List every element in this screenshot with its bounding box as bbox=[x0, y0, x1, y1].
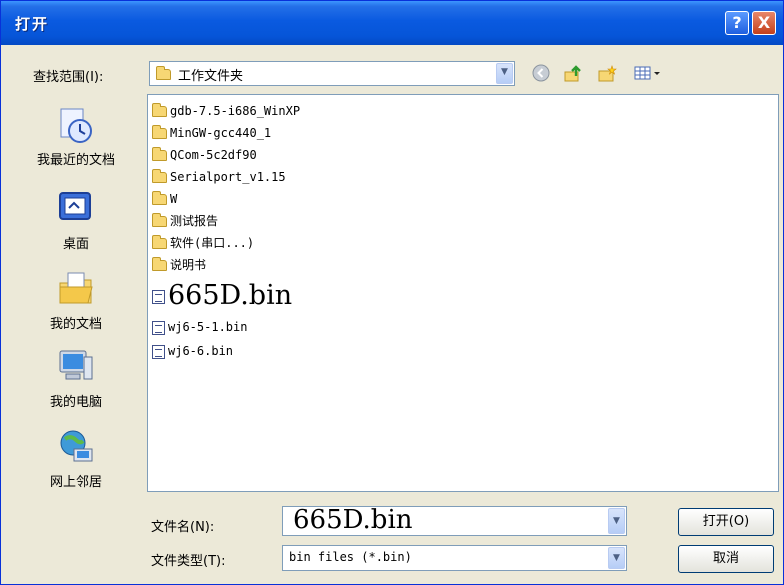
dialog-title: 打开 bbox=[15, 15, 50, 33]
chevron-down-icon[interactable]: ▼ bbox=[496, 63, 513, 84]
filetype-label: 文件类型(T): bbox=[151, 554, 226, 569]
folder-icon bbox=[152, 257, 167, 271]
cancel-button[interactable]: 取消 bbox=[678, 545, 774, 573]
file-name: W bbox=[170, 192, 178, 206]
open-button[interactable]: 打开(O) bbox=[678, 508, 774, 536]
folder-icon bbox=[152, 191, 167, 205]
place-desktop[interactable]: 桌面 bbox=[17, 189, 135, 252]
place-recent-documents[interactable]: 我最近的文档 bbox=[17, 105, 135, 168]
filename-input[interactable]: 665D.bin ▼ bbox=[282, 505, 627, 536]
place-label: 桌面 bbox=[62, 237, 89, 252]
my-documents-icon bbox=[56, 269, 96, 309]
my-computer-icon bbox=[56, 347, 96, 387]
place-my-computer[interactable]: 我的电脑 bbox=[17, 347, 135, 410]
file-list[interactable]: gdb-7.5-i686_WinXP MinGW-gcc440_1 QCom-5… bbox=[147, 94, 779, 492]
lookin-label: 查找范围(I): bbox=[33, 70, 104, 85]
list-item[interactable]: 说明书 bbox=[152, 255, 206, 275]
list-item[interactable]: QCom-5c2df90 bbox=[152, 145, 257, 165]
bin-file-icon bbox=[152, 344, 165, 359]
help-button[interactable]: ? bbox=[725, 11, 749, 35]
folder-icon bbox=[152, 147, 167, 161]
file-name: 说明书 bbox=[170, 258, 207, 272]
place-label: 我的电脑 bbox=[49, 395, 102, 410]
list-item[interactable]: wj6-5-1.bin bbox=[152, 317, 247, 337]
place-label: 我的文档 bbox=[49, 317, 102, 332]
views-menu-icon[interactable] bbox=[631, 64, 665, 84]
place-label: 我最近的文档 bbox=[36, 153, 115, 168]
file-name: 665D.bin bbox=[168, 280, 293, 311]
place-label: 网上邻居 bbox=[49, 475, 102, 490]
chevron-down-icon[interactable]: ▼ bbox=[608, 547, 625, 569]
bin-file-icon bbox=[152, 289, 165, 304]
open-file-dialog: 打开 ? X 查找范围(I): 工作文件夹 ▼ 我最近的文档 桌面 我的文档 我… bbox=[0, 0, 784, 585]
list-item[interactable]: wj6-6.bin bbox=[152, 341, 233, 361]
list-item[interactable]: W bbox=[152, 189, 177, 209]
filename-value: 665D.bin bbox=[293, 505, 413, 535]
desktop-icon bbox=[56, 189, 96, 229]
file-name: Serialport_v1.15 bbox=[170, 170, 286, 184]
file-name: MinGW-gcc440_1 bbox=[170, 126, 272, 140]
file-name: wj6-5-1.bin bbox=[168, 320, 248, 334]
list-item[interactable]: Serialport_v1.15 bbox=[152, 167, 286, 187]
place-my-documents[interactable]: 我的文档 bbox=[17, 269, 135, 332]
close-button[interactable]: X bbox=[752, 11, 776, 35]
list-item[interactable]: 测试报告 bbox=[152, 211, 218, 231]
places-bar: 我最近的文档 桌面 我的文档 我的电脑 网上邻居 bbox=[17, 97, 135, 511]
lookin-value: 工作文件夹 bbox=[178, 69, 244, 84]
folder-icon bbox=[156, 66, 171, 80]
folder-icon bbox=[152, 103, 167, 117]
folder-icon bbox=[152, 125, 167, 139]
place-network[interactable]: 网上邻居 bbox=[17, 427, 135, 490]
up-folder-icon[interactable] bbox=[563, 64, 583, 84]
title-bar[interactable]: 打开 ? X bbox=[1, 1, 783, 45]
new-folder-icon[interactable] bbox=[597, 64, 617, 84]
list-item[interactable]: gdb-7.5-i686_WinXP bbox=[152, 101, 300, 121]
bin-file-icon bbox=[152, 320, 165, 335]
back-icon[interactable] bbox=[531, 64, 551, 84]
lookin-dropdown[interactable]: 工作文件夹 ▼ bbox=[149, 61, 515, 86]
file-name: QCom-5c2df90 bbox=[170, 148, 257, 162]
chevron-down-icon[interactable]: ▼ bbox=[608, 508, 625, 534]
list-item[interactable]: 软件(串口...) bbox=[152, 233, 254, 253]
folder-icon bbox=[152, 169, 167, 183]
file-name: 软件(串口...) bbox=[170, 236, 255, 250]
file-name: 测试报告 bbox=[170, 214, 219, 228]
filetype-value: bin files (*.bin) bbox=[289, 550, 412, 564]
filename-label: 文件名(N): bbox=[151, 520, 215, 535]
filetype-dropdown[interactable]: bin files (*.bin) ▼ bbox=[282, 545, 627, 571]
network-places-icon bbox=[56, 427, 96, 467]
list-item[interactable]: MinGW-gcc440_1 bbox=[152, 123, 271, 143]
folder-icon bbox=[152, 213, 167, 227]
folder-icon bbox=[152, 235, 167, 249]
recent-documents-icon bbox=[56, 105, 96, 145]
file-name: wj6-6.bin bbox=[168, 344, 234, 358]
file-name: gdb-7.5-i686_WinXP bbox=[170, 104, 301, 118]
list-item[interactable]: 665D.bin bbox=[152, 279, 292, 313]
